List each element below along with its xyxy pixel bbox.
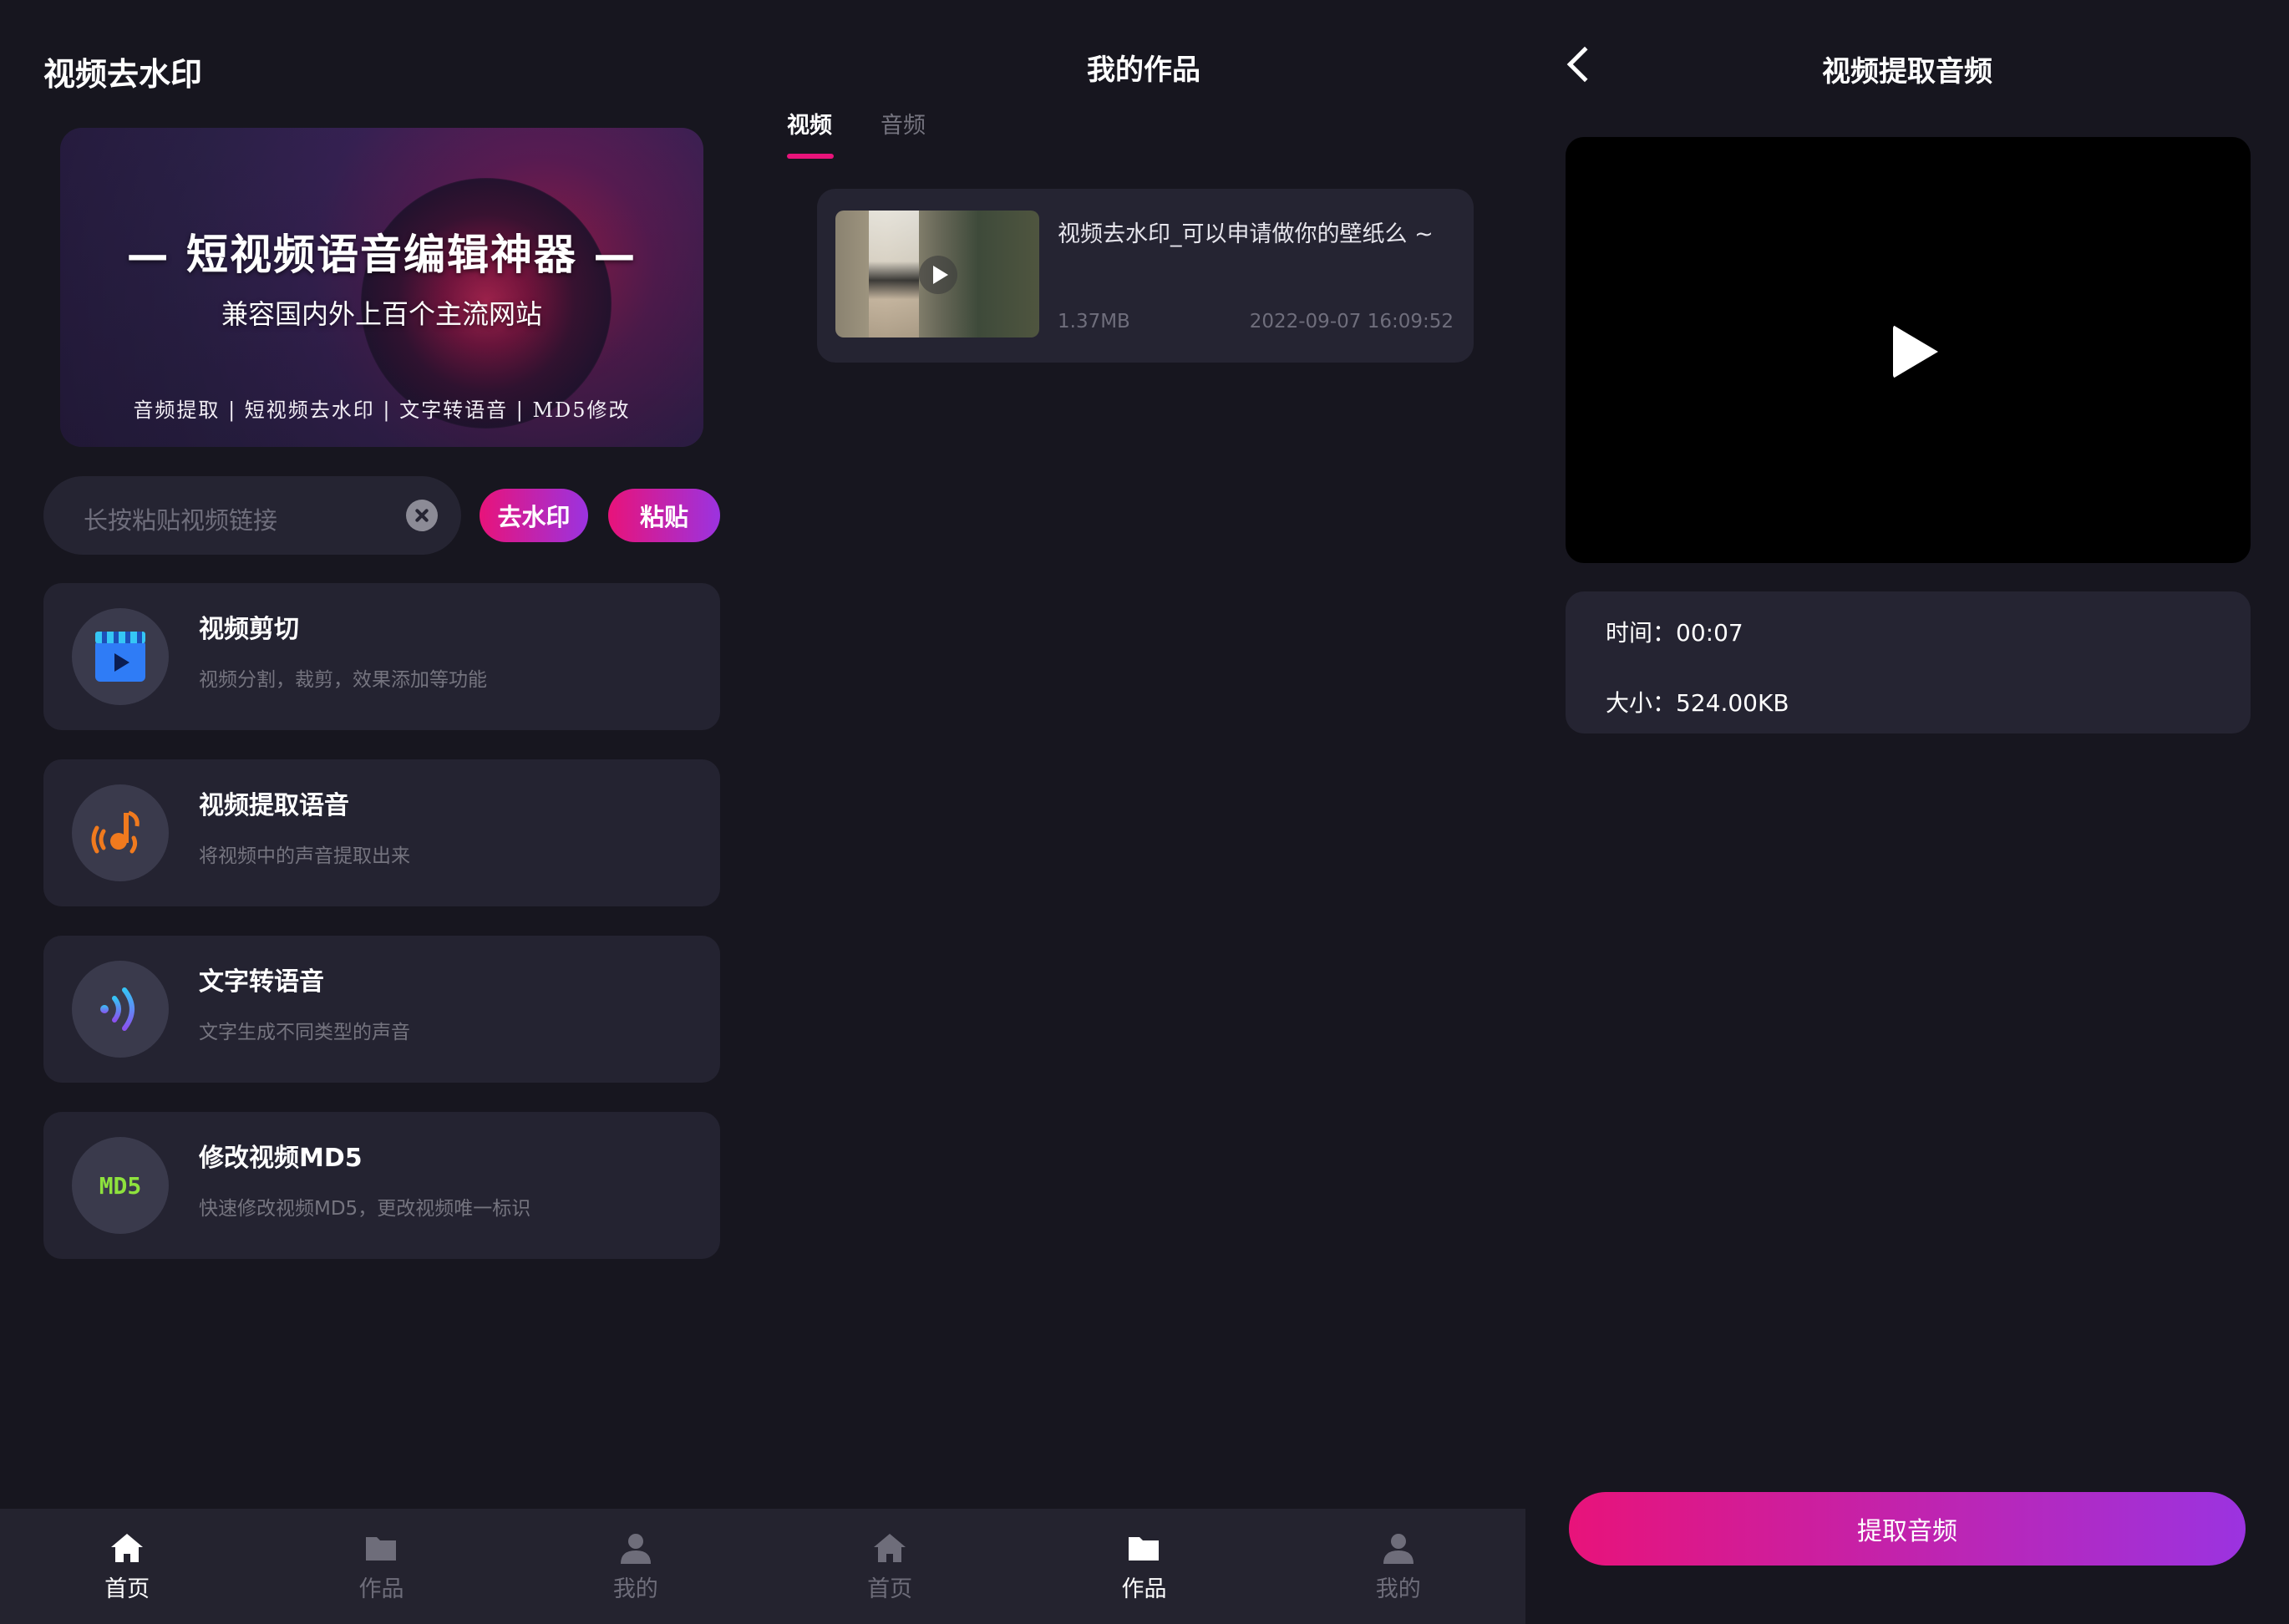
work-date: 2022-09-07 16:09:52 [1249,311,1454,332]
feature-title: 视频剪切 [199,615,299,644]
tab-video[interactable]: 视频 [787,107,832,140]
paste-button[interactable]: 粘贴 [608,489,720,542]
nav-works[interactable]: 作品 [254,1509,508,1624]
home-icon [109,1530,145,1566]
folder-icon [1126,1530,1161,1566]
extract-audio-screen: 视频提取音频 时间：00:07 大小：524.00KB 提取音频 [1525,0,2289,1624]
active-tab-indicator [787,154,834,159]
banner-headline: — 短视频语音编辑神器 — [126,231,637,279]
nav-works[interactable]: 作品 [1017,1509,1271,1624]
promo-banner[interactable]: — 短视频语音编辑神器 — 兼容国内外上百个主流网站 音频提取 | 短视频去水印… [60,128,703,447]
feature-desc: 视频分割，裁剪，效果添加等功能 [199,669,487,691]
extract-audio-button[interactable]: 提取音频 [1569,1492,2246,1566]
user-icon [618,1530,653,1566]
tab-audio[interactable]: 音频 [881,107,926,140]
feature-desc: 快速修改视频MD5，更改视频唯一标识 [199,1198,531,1220]
feature-card-text-to-speech[interactable]: 文字转语音 文字生成不同类型的声音 [43,936,720,1083]
feature-title: 视频提取语音 [199,791,349,820]
file-size-text: 大小：524.00KB [1606,689,1789,717]
video-thumbnail[interactable] [835,211,1039,337]
nav-home[interactable]: 首页 [763,1509,1017,1624]
bottom-nav: 首页 作品 我的 首页 作品 我的 [0,1509,1525,1624]
video-clapper-icon [72,608,169,705]
work-size: 1.37MB [1058,311,1130,332]
banner-features: 音频提取 | 短视频去水印 | 文字转语音 | MD5修改 [133,398,631,422]
remove-watermark-button[interactable]: 去水印 [480,489,588,542]
works-screen: 我的作品 视频 音频 视频去水印_可以申请做你的壁纸么 ~ 1.37MB 202… [762,0,1525,1624]
clear-icon[interactable] [406,500,438,531]
banner-subtitle: 兼容国内外上百个主流网站 [221,298,542,330]
feature-desc: 文字生成不同类型的声音 [199,1022,410,1043]
media-info-card: 时间：00:07 大小：524.00KB [1566,591,2251,733]
nav-profile[interactable]: 我的 [509,1509,763,1624]
work-title: 视频去水印_可以申请做你的壁纸么 ~ [1058,221,1434,247]
video-player[interactable] [1566,137,2251,563]
link-input-placeholder: 长按粘贴视频链接 [84,506,278,535]
music-note-icon [72,784,169,881]
nav-profile[interactable]: 我的 [1271,1509,1525,1624]
play-icon[interactable] [1893,325,1938,378]
duration-text: 时间：00:07 [1606,619,1743,647]
link-input[interactable]: 长按粘贴视频链接 [43,476,461,555]
nav-home[interactable]: 首页 [0,1509,254,1624]
user-icon [1381,1530,1416,1566]
feature-desc: 将视频中的声音提取出来 [199,845,410,867]
folder-icon [363,1530,398,1566]
feature-card-video-cut[interactable]: 视频剪切 视频分割，裁剪，效果添加等功能 [43,583,720,730]
page-title: 视频去水印 [43,56,203,93]
feature-card-md5[interactable]: MD5 修改视频MD5 快速修改视频MD5，更改视频唯一标识 [43,1112,720,1259]
feature-title: 修改视频MD5 [199,1144,363,1173]
home-icon [872,1530,907,1566]
page-title: 我的作品 [1087,53,1200,87]
md5-icon: MD5 [72,1137,169,1234]
feature-card-extract-voice[interactable]: 视频提取语音 将视频中的声音提取出来 [43,759,720,906]
home-screen: 视频去水印 — 短视频语音编辑神器 — 兼容国内外上百个主流网站 音频提取 | … [0,0,762,1624]
sound-wave-icon [72,961,169,1058]
page-title: 视频提取音频 [1822,55,1992,89]
play-icon[interactable] [919,256,957,294]
list-item[interactable]: 视频去水印_可以申请做你的壁纸么 ~ 1.37MB 2022-09-07 16:… [817,189,1474,363]
feature-title: 文字转语音 [199,967,324,997]
